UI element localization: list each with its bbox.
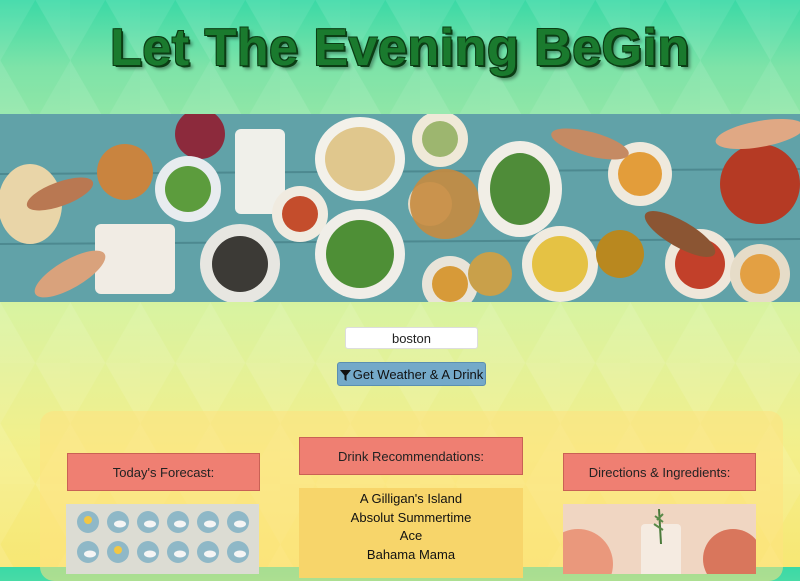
page-title: Let The Evening BeGin bbox=[110, 19, 690, 77]
drink-item[interactable]: Bahama Mama bbox=[299, 546, 523, 565]
banner-image bbox=[0, 114, 800, 302]
drink-item[interactable]: A Gilligan's Island bbox=[299, 490, 523, 509]
forecast-image bbox=[66, 504, 259, 574]
forecast-heading: Today's Forecast: bbox=[67, 453, 260, 491]
get-weather-drink-label: Get Weather & A Drink bbox=[352, 366, 484, 382]
drink-item[interactable]: Ace bbox=[299, 527, 523, 546]
filter-icon bbox=[339, 369, 351, 381]
drink-list: A Gilligan's Island Absolut Summertime A… bbox=[299, 488, 523, 578]
drink-item[interactable]: Absolut Summertime bbox=[299, 509, 523, 528]
get-weather-drink-button[interactable]: Get Weather & A Drink bbox=[337, 362, 486, 386]
drink-recommendations-heading: Drink Recommendations: bbox=[299, 437, 523, 475]
drink-image bbox=[563, 504, 756, 574]
city-search-input[interactable] bbox=[345, 327, 478, 349]
directions-heading: Directions & Ingredients: bbox=[563, 453, 756, 491]
